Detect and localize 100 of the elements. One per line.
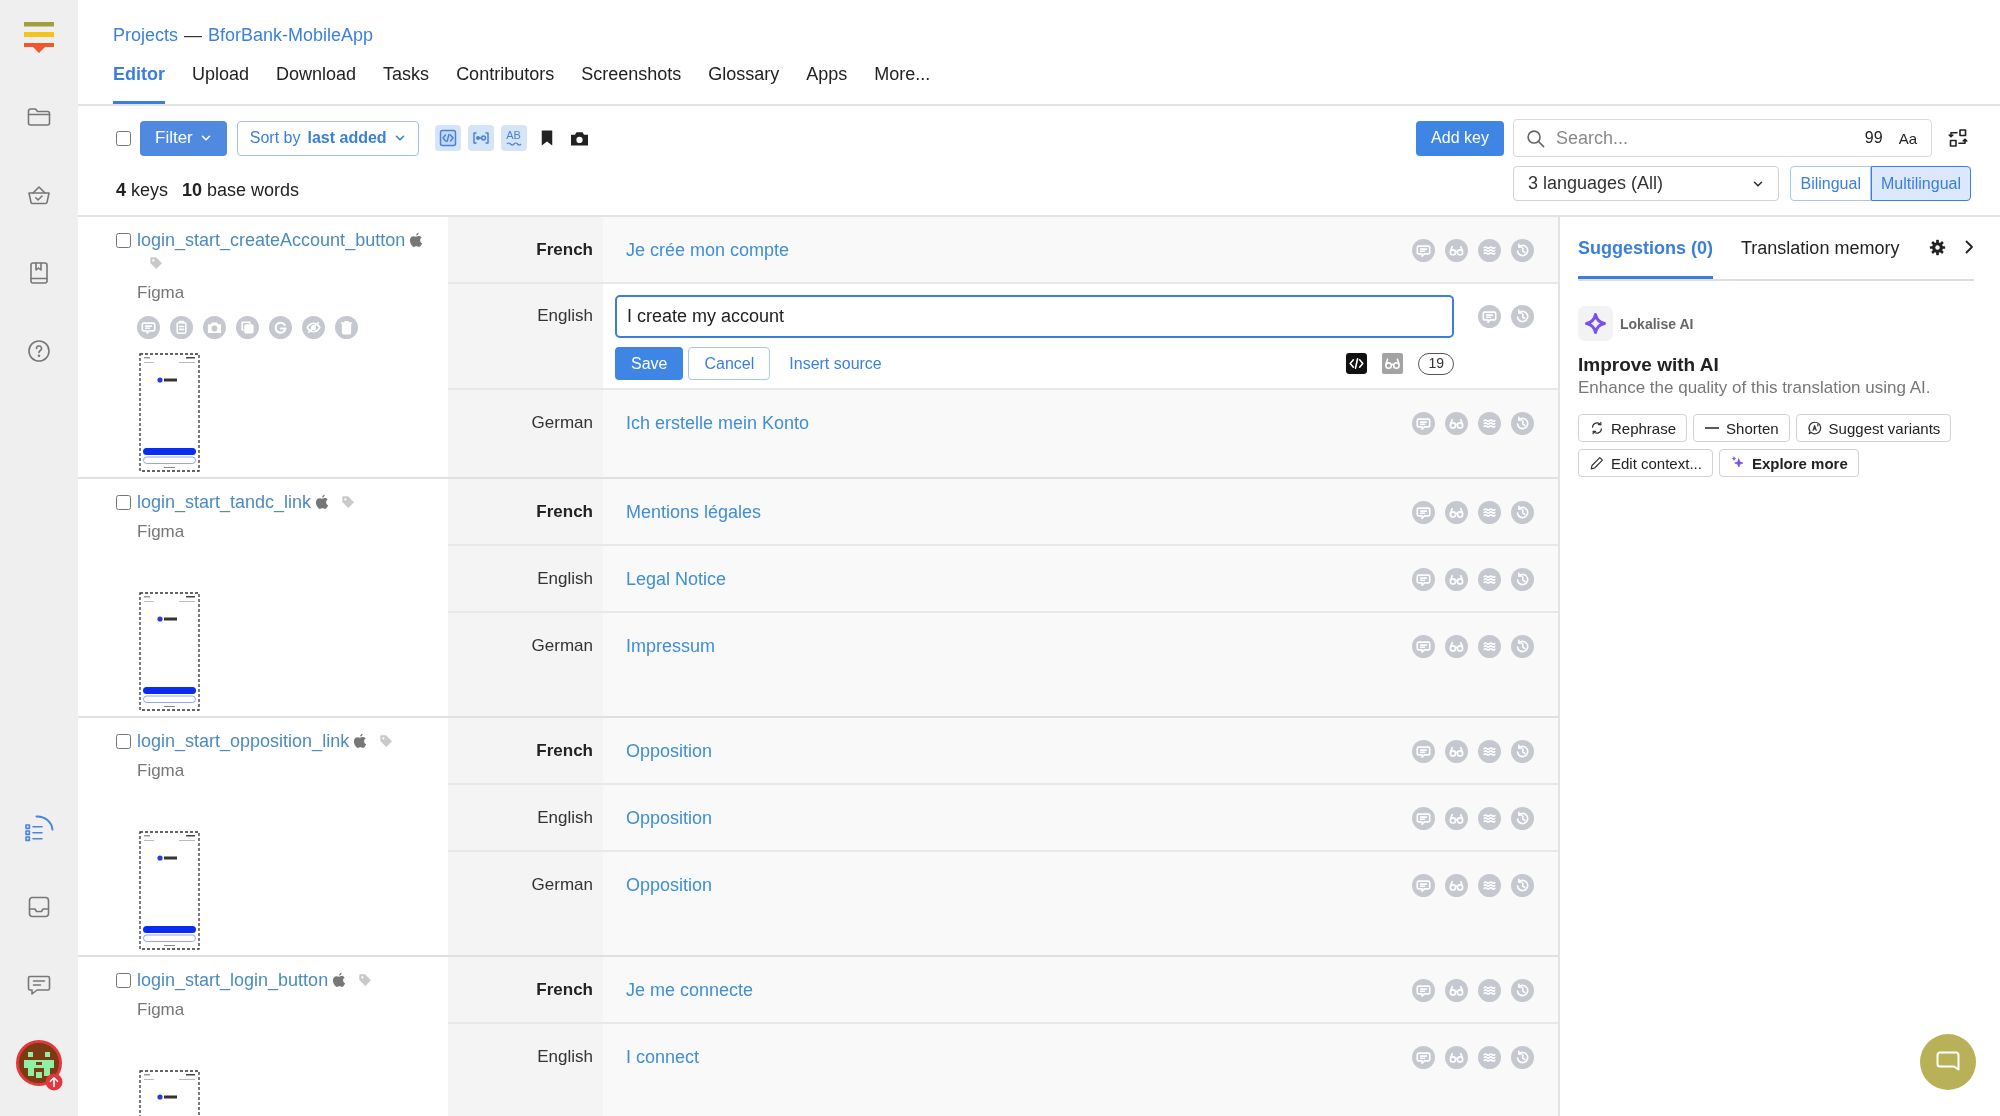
add-key-button[interactable]: Add key bbox=[1416, 120, 1504, 156]
tag-icon[interactable] bbox=[149, 256, 163, 270]
comment-icon[interactable] bbox=[1412, 501, 1435, 524]
comment-icon[interactable] bbox=[1412, 568, 1435, 591]
glasses-icon[interactable] bbox=[1445, 239, 1468, 262]
history-icon[interactable] bbox=[1511, 874, 1534, 897]
tab[interactable]: Tasks bbox=[383, 60, 430, 104]
glasses-icon[interactable] bbox=[1445, 740, 1468, 763]
comment-icon[interactable] bbox=[1412, 807, 1435, 830]
waves-icon[interactable] bbox=[1478, 979, 1501, 1002]
waves-icon[interactable] bbox=[1478, 874, 1501, 897]
screenshot-thumbnail[interactable] bbox=[139, 353, 200, 472]
key-checkbox[interactable] bbox=[116, 733, 131, 749]
filter-button[interactable]: Filter bbox=[140, 120, 227, 156]
match-case-button[interactable]: Aa bbox=[1898, 129, 1917, 147]
tab[interactable]: Download bbox=[276, 60, 357, 104]
save-button[interactable]: Save bbox=[615, 347, 684, 380]
ai-action-button[interactable]: Rephrase bbox=[1578, 414, 1688, 442]
history-icon[interactable] bbox=[1511, 305, 1534, 328]
languages-dropdown[interactable]: 3 languages (All) bbox=[1513, 166, 1780, 201]
comment-icon[interactable] bbox=[1412, 874, 1435, 897]
glasses-icon[interactable] bbox=[1445, 807, 1468, 830]
panel-tab[interactable]: Translation memory bbox=[1741, 217, 1900, 279]
cancel-button[interactable]: Cancel bbox=[688, 347, 771, 380]
glasses-icon[interactable] bbox=[1445, 1046, 1468, 1069]
list-icon[interactable] bbox=[23, 814, 55, 844]
history-icon[interactable] bbox=[1511, 807, 1534, 830]
comment-icon[interactable] bbox=[137, 316, 160, 339]
waves-icon[interactable] bbox=[1478, 740, 1501, 763]
sort-button[interactable]: Sort by last added bbox=[236, 120, 419, 156]
key-name-link[interactable]: login_start_login_button bbox=[137, 969, 329, 991]
tab[interactable]: Upload bbox=[192, 60, 250, 104]
bookmark-icon[interactable] bbox=[539, 129, 554, 147]
letter-g-icon[interactable] bbox=[269, 316, 292, 339]
comment-icon[interactable] bbox=[1412, 635, 1435, 658]
waves-icon[interactable] bbox=[1478, 1046, 1501, 1069]
ai-action-button[interactable]: Shorten bbox=[1693, 414, 1790, 442]
tab[interactable]: Screenshots bbox=[581, 60, 682, 104]
history-icon[interactable] bbox=[1511, 239, 1534, 262]
glasses-icon[interactable] bbox=[1445, 635, 1468, 658]
view-toggle-button[interactable] bbox=[467, 125, 494, 151]
copy-icon[interactable] bbox=[236, 316, 259, 339]
clipboard-icon[interactable] bbox=[170, 316, 193, 339]
history-icon[interactable] bbox=[1511, 1046, 1534, 1069]
code-icon[interactable] bbox=[1346, 353, 1368, 374]
view-toggle-button[interactable]: AB bbox=[500, 125, 527, 151]
waves-icon[interactable] bbox=[1478, 412, 1501, 435]
ai-action-button[interactable]: Suggest variants bbox=[1795, 414, 1952, 442]
glasses-icon[interactable] bbox=[1445, 874, 1468, 897]
eye-slash-icon[interactable] bbox=[302, 316, 325, 339]
waves-icon[interactable] bbox=[1478, 501, 1501, 524]
translation-text[interactable]: Je crée mon compte bbox=[626, 240, 790, 260]
squares-arrows-icon[interactable] bbox=[1948, 128, 1968, 148]
history-icon[interactable] bbox=[1511, 568, 1534, 591]
translation-text[interactable]: I connect bbox=[626, 1047, 700, 1067]
ai-action-button[interactable]: Edit context... bbox=[1578, 449, 1713, 477]
tab[interactable]: Editor bbox=[113, 60, 165, 104]
tag-icon[interactable] bbox=[358, 973, 373, 987]
waves-icon[interactable] bbox=[1478, 807, 1501, 830]
translation-text[interactable]: Je me connecte bbox=[626, 980, 754, 1000]
translation-text[interactable]: Mentions légales bbox=[626, 502, 762, 522]
key-name-link[interactable]: login_start_tandc_link bbox=[137, 491, 312, 513]
glasses-icon[interactable] bbox=[1445, 501, 1468, 524]
history-icon[interactable] bbox=[1511, 501, 1534, 524]
chevron-right-icon[interactable] bbox=[1964, 239, 1974, 255]
tag-icon[interactable] bbox=[341, 495, 356, 509]
key-checkbox[interactable] bbox=[116, 494, 131, 510]
breadcrumb-link[interactable]: BforBank-MobileApp bbox=[208, 24, 374, 46]
history-icon[interactable] bbox=[1511, 979, 1534, 1002]
view-mode-button[interactable]: Bilingual bbox=[1790, 166, 1871, 201]
key-name-link[interactable]: login_start_opposition_link bbox=[137, 730, 350, 752]
camera-icon[interactable] bbox=[569, 129, 589, 147]
tab[interactable]: Glossary bbox=[708, 60, 780, 104]
translation-text[interactable]: Opposition bbox=[626, 741, 713, 761]
search-field[interactable]: Search... 99 Aa bbox=[1513, 119, 1932, 157]
translation-text[interactable]: Legal Notice bbox=[626, 569, 727, 589]
translation-input[interactable]: I create my account bbox=[615, 295, 1454, 338]
comment-icon[interactable] bbox=[1412, 1046, 1435, 1069]
tab[interactable]: Apps bbox=[806, 60, 848, 104]
avatar[interactable] bbox=[16, 1040, 62, 1086]
tag-icon[interactable] bbox=[379, 734, 394, 748]
history-icon[interactable] bbox=[1511, 740, 1534, 763]
insert-source-link[interactable]: Insert source bbox=[789, 354, 882, 373]
settings-icon[interactable] bbox=[1929, 239, 1946, 256]
help-icon[interactable] bbox=[26, 338, 52, 364]
comment-icon[interactable] bbox=[1412, 740, 1435, 763]
glasses-icon[interactable] bbox=[1445, 568, 1468, 591]
view-mode-button[interactable]: Multilingual bbox=[1870, 166, 1971, 201]
tab[interactable]: More... bbox=[874, 60, 931, 104]
screenshot-thumbnail[interactable] bbox=[139, 592, 200, 711]
glasses-icon[interactable] bbox=[1382, 353, 1404, 374]
history-icon[interactable] bbox=[1511, 412, 1534, 435]
translation-text[interactable]: Opposition bbox=[626, 808, 713, 828]
select-all-checkbox[interactable] bbox=[116, 130, 131, 146]
tab[interactable]: Contributors bbox=[456, 60, 555, 104]
ai-action-button[interactable]: Explore more bbox=[1718, 449, 1859, 477]
translation-text[interactable]: Opposition bbox=[626, 875, 713, 895]
inbox-icon[interactable] bbox=[26, 894, 52, 920]
breadcrumb-link[interactable]: Projects bbox=[113, 24, 179, 46]
translation-text[interactable]: Ich erstelle mein Konto bbox=[626, 413, 810, 433]
